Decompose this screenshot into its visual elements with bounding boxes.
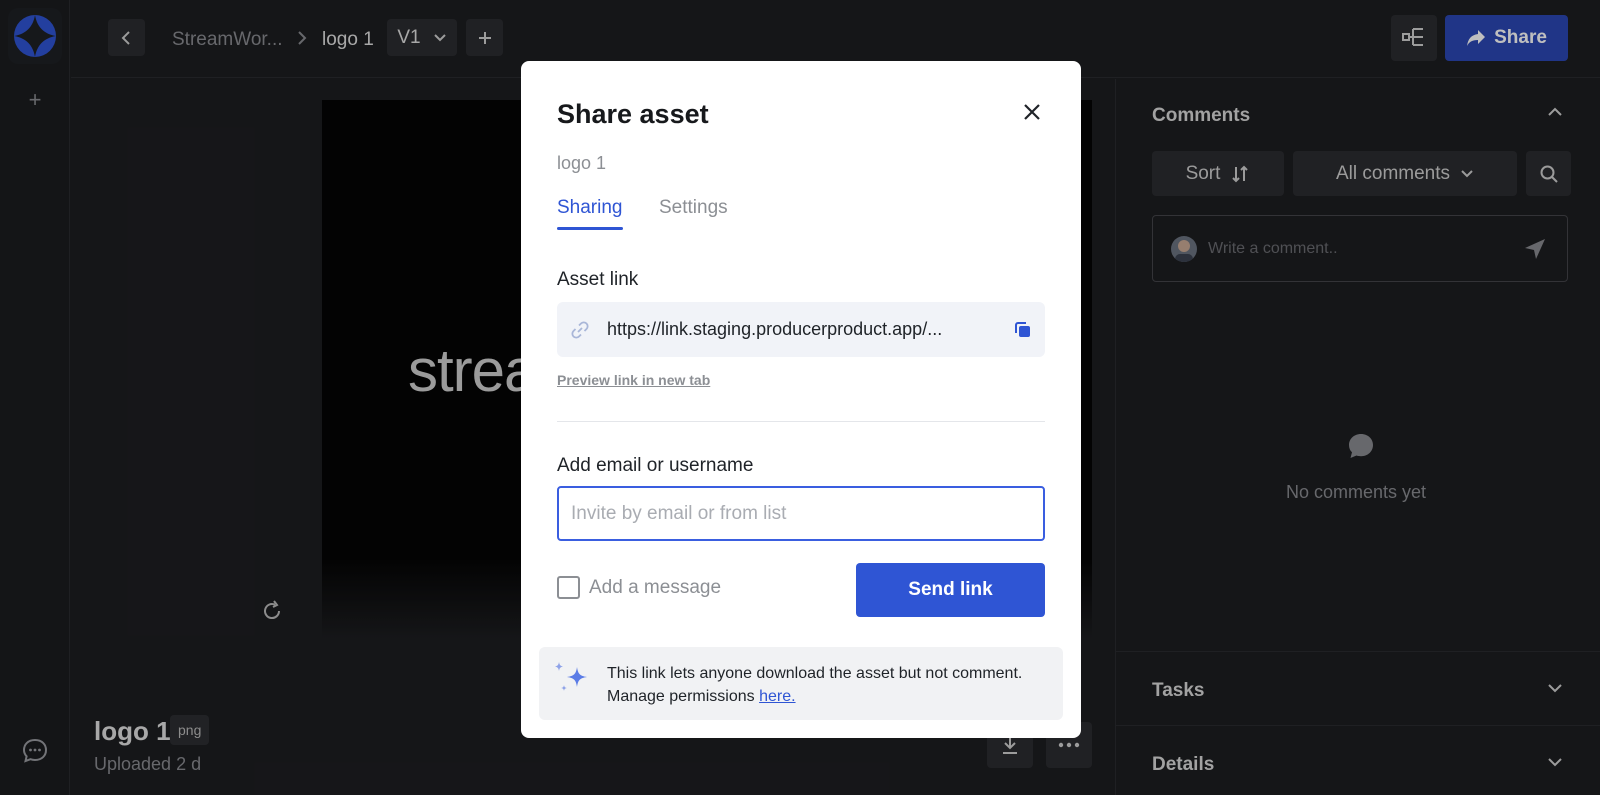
close-button[interactable]: [1019, 99, 1045, 125]
manage-permissions-link[interactable]: here.: [759, 688, 795, 705]
modal-title: Share asset: [557, 99, 709, 129]
active-tab-indicator: [557, 227, 623, 230]
copy-icon[interactable]: [1013, 320, 1033, 340]
share-asset-modal: Share asset logo 1 Sharing Settings Asse…: [521, 61, 1081, 738]
asset-link-field[interactable]: https://link.staging.producerproduct.app…: [557, 302, 1045, 357]
asset-link-url: https://link.staging.producerproduct.app…: [607, 319, 943, 339]
close-icon: [1024, 104, 1040, 120]
preview-link[interactable]: Preview link in new tab: [557, 372, 710, 388]
info-banner: This link lets anyone download the asset…: [539, 647, 1063, 720]
tab-settings[interactable]: Settings: [659, 197, 728, 219]
info-message: This link lets anyone download the asset…: [607, 665, 1023, 705]
tab-sharing[interactable]: Sharing: [557, 197, 623, 219]
sparkles-icon: [555, 662, 587, 691]
add-email-label: Add email or username: [557, 455, 754, 476]
add-message-checkbox[interactable]: [557, 576, 580, 599]
info-text: This link lets anyone download the asset…: [607, 662, 1047, 708]
asset-link-label: Asset link: [557, 269, 639, 290]
modal-subtitle: logo 1: [557, 153, 607, 173]
divider: [557, 421, 1045, 422]
add-message-label[interactable]: Add a message: [589, 577, 721, 599]
send-link-button[interactable]: Send link: [856, 563, 1045, 617]
link-icon: [571, 321, 589, 339]
email-input[interactable]: [557, 486, 1045, 541]
